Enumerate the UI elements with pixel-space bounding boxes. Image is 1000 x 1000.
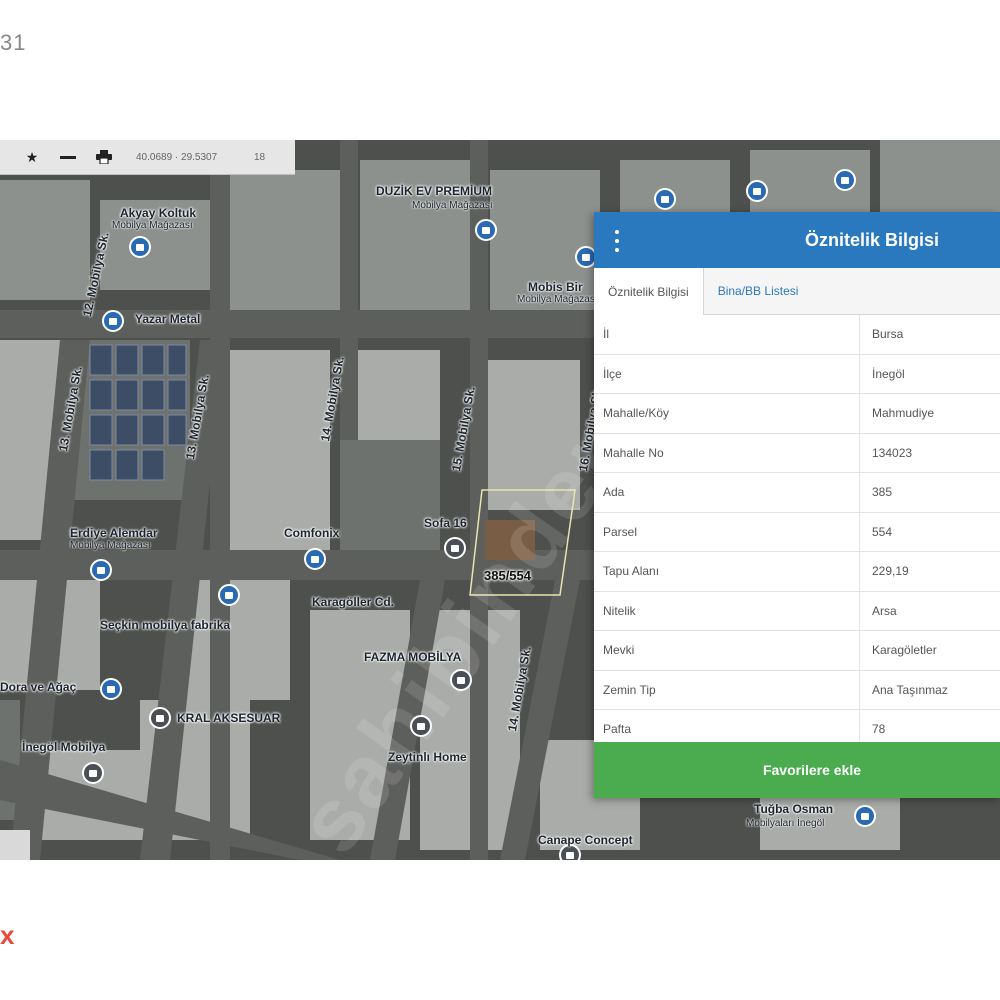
place-label: KRAL AKSESUAR	[177, 711, 281, 725]
place-label: FAZMA MOBİLYA	[364, 650, 462, 664]
attr-key: Mahalle No	[594, 433, 860, 473]
place-label: Yazar Metal	[135, 312, 201, 326]
table-row: Mahalle No 134023	[594, 433, 1000, 473]
poi-marker[interactable]	[149, 707, 171, 729]
poi-marker[interactable]	[834, 169, 856, 191]
parcel-label[interactable]: 385/554	[484, 568, 531, 583]
attr-key: Mahalle/Köy	[594, 393, 860, 434]
attr-value: 554	[859, 512, 1000, 552]
place-label: Erdiye Alemdar	[70, 526, 158, 540]
place-sublabel: Mobilya Mağazası	[517, 294, 598, 305]
poi-marker[interactable]	[100, 678, 122, 700]
place-label: Mobis Bir	[528, 280, 583, 294]
poi-marker[interactable]	[450, 669, 472, 691]
panel-header: Öznitelik Bilgisi	[594, 212, 1000, 268]
attr-value: Karagöletler	[859, 630, 1000, 671]
attr-value: Bursa	[859, 315, 1000, 355]
attr-value: Ana Taşınmaz	[859, 670, 1000, 710]
print-button[interactable]	[86, 140, 122, 174]
table-row: Zemin Tip Ana Taşınmaz	[594, 670, 1000, 710]
street-label-karagoller: Karagöller Cd.	[312, 595, 395, 609]
tab-building-list[interactable]: Bina/BB Listesi	[704, 268, 813, 314]
attr-key: Tapu Alanı	[594, 551, 860, 592]
coordinate-readout: 40.0689 · 29.5307	[136, 151, 218, 163]
attr-key: İl	[594, 315, 860, 355]
place-label: Akyay Koltuk	[120, 206, 197, 220]
attr-value: 385	[859, 472, 1000, 513]
poi-marker[interactable]	[746, 180, 768, 202]
attr-key: Zemin Tip	[594, 670, 860, 710]
corner-mark: x	[0, 920, 15, 950]
table-row: Mevki Karagöletler	[594, 630, 1000, 671]
attribute-panel: Öznitelik Bilgisi Öznitelik Bilgisi Bina…	[594, 212, 1000, 798]
printer-icon	[96, 150, 112, 164]
poi-marker[interactable]	[90, 559, 112, 581]
place-label: İnegöl Mobilya	[22, 740, 106, 754]
table-row: Mahalle/Köy Mahmudiye	[594, 393, 1000, 434]
place-sublabel: Mobilya Mağazası	[70, 540, 151, 551]
corner-number: 31	[0, 30, 27, 55]
attr-key: Mevki	[594, 630, 860, 671]
table-row: Parsel 554	[594, 512, 1000, 552]
place-sublabel: Mobilya Mağazası	[112, 220, 193, 231]
attr-value: 134023	[859, 433, 1000, 473]
attribute-table: İl Bursa İlçe İnegöl Mahalle/Köy Mahmudiye …	[594, 315, 1000, 750]
attr-key: Parsel	[594, 512, 860, 552]
poi-marker[interactable]	[102, 310, 124, 332]
table-row: İlçe İnegöl	[594, 354, 1000, 394]
poi-marker[interactable]	[475, 219, 497, 241]
poi-marker[interactable]	[854, 805, 876, 827]
ruler-icon	[60, 155, 76, 159]
attr-key: Ada	[594, 472, 860, 513]
tab-attribute-info[interactable]: Öznitelik Bilgisi	[594, 268, 704, 315]
table-row: Tapu Alanı 229,19	[594, 551, 1000, 592]
kebab-menu-icon[interactable]	[612, 230, 622, 252]
measure-button[interactable]	[50, 140, 86, 174]
place-label: Seçkin mobilya fabrika	[100, 618, 231, 632]
map-toolbar: ★ 40.0689 · 29.5307 18	[0, 140, 295, 175]
poi-marker[interactable]	[410, 715, 432, 737]
star-button[interactable]: ★	[14, 140, 50, 174]
attr-key: İlçe	[594, 354, 860, 394]
place-sublabel: Mobilya Mağazası	[412, 200, 493, 211]
poi-marker[interactable]	[654, 188, 676, 210]
place-label: Canape Concept	[538, 833, 633, 847]
place-label: Zeytinlı Home	[388, 750, 467, 764]
poi-marker[interactable]	[304, 548, 326, 570]
table-row: İl Bursa	[594, 315, 1000, 355]
attr-value: 229,19	[859, 551, 1000, 592]
add-to-favorites-button[interactable]: Favorilere ekle	[594, 742, 1000, 798]
poi-marker[interactable]	[218, 584, 240, 606]
poi-marker[interactable]	[444, 537, 466, 559]
table-row: Nitelik Arsa	[594, 591, 1000, 631]
panel-tabs: Öznitelik Bilgisi Bina/BB Listesi	[594, 268, 1000, 315]
place-label: Dora ve Ağaç	[0, 680, 77, 694]
place-label: Sofa 16	[424, 516, 467, 530]
attr-key: Nitelik	[594, 591, 860, 631]
attr-value: Mahmudiye	[859, 393, 1000, 434]
poi-marker[interactable]	[129, 236, 151, 258]
zoom-level: 18	[254, 151, 266, 163]
place-label: Tuğba Osman	[754, 802, 834, 816]
place-label: Comfonix	[284, 526, 340, 540]
poi-marker[interactable]	[82, 762, 104, 784]
panel-title: Öznitelik Bilgisi	[804, 229, 940, 250]
star-icon: ★	[25, 148, 39, 165]
attr-value: İnegöl	[859, 354, 1000, 394]
place-sublabel: Mobilyaları İnegöl	[746, 818, 825, 829]
table-row: Ada 385	[594, 472, 1000, 513]
place-label: DUZİK EV PREMİUM	[376, 184, 493, 198]
attr-value: Arsa	[859, 591, 1000, 631]
